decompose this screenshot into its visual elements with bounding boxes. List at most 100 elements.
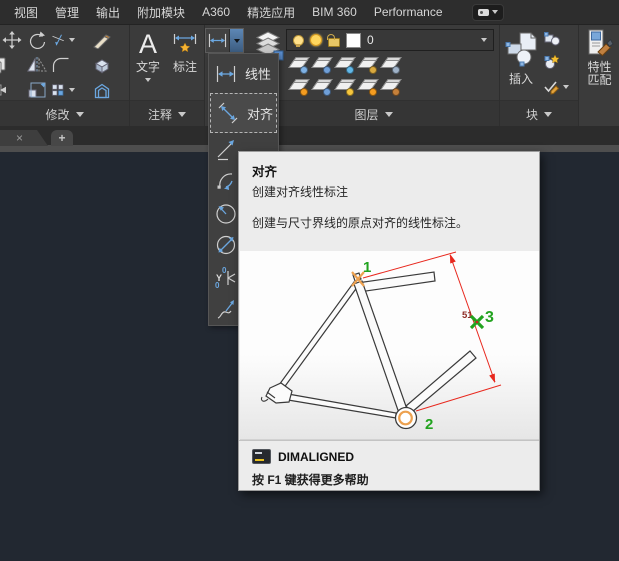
layer-thaw-all-button[interactable]: [333, 76, 356, 98]
dimension-button-label: 标注: [173, 58, 197, 75]
panel-label-annotate[interactable]: 注释: [130, 100, 204, 127]
menu-item-7[interactable]: BIM 360: [312, 5, 357, 19]
bike-frame-illustration: 51 1 2 3: [240, 251, 539, 439]
panel-block: 插入: [500, 25, 579, 126]
insert-block-button[interactable]: 插入: [504, 32, 538, 87]
menu-item-8[interactable]: Performance: [374, 5, 443, 19]
offset-button[interactable]: [92, 80, 116, 100]
layer-isolate-button[interactable]: [310, 54, 333, 76]
panel-label-block[interactable]: 块: [500, 100, 578, 127]
edit-attributes-button[interactable]: [543, 53, 561, 70]
rotate-button[interactable]: [27, 30, 51, 50]
chevron-down-icon: [492, 10, 498, 14]
mirror-button[interactable]: [27, 55, 51, 75]
menu-item-3[interactable]: 输出: [96, 4, 120, 21]
tooltip-description: 创建与尺寸界线的原点对齐的线性标注。: [252, 214, 468, 231]
layer-lock-button[interactable]: [356, 54, 379, 76]
block-editor-icon: [543, 79, 560, 95]
aligned-dimension-tooltip: 对齐 创建对齐线性标注 创建与尺寸界线的原点对齐的线性标注。: [238, 151, 540, 491]
tooltip-figure: 51 1 2 3: [240, 251, 539, 440]
layer-on-icon[interactable]: [293, 35, 304, 46]
chevron-down-icon: [544, 112, 552, 117]
command-line-icon: [252, 449, 271, 464]
move-button[interactable]: [2, 30, 26, 50]
panel-label-modify[interactable]: 修改: [0, 100, 129, 127]
chevron-down-icon: [234, 39, 240, 43]
dimension-button[interactable]: 标注: [168, 32, 202, 75]
panel-label-layers-text: 图层: [354, 106, 378, 123]
menu-item-1[interactable]: 视图: [14, 4, 38, 21]
dim-radius-icon: [214, 201, 238, 225]
chevron-down-icon: [76, 112, 84, 117]
layer-off-button[interactable]: [287, 54, 310, 76]
dim-linear-icon: [214, 62, 238, 86]
match-properties-button[interactable]: 特性 匹配: [580, 28, 619, 87]
layer-on-all-button[interactable]: [287, 76, 310, 98]
current-layer-name: 0: [367, 33, 475, 47]
dimension-dropdown-arrow[interactable]: [229, 29, 243, 52]
text-button[interactable]: A 文字: [132, 30, 164, 82]
menu-item-4[interactable]: 附加模块: [137, 4, 185, 21]
point-label-1: 1: [363, 259, 371, 276]
file-tab-bar: × +: [0, 126, 619, 152]
point-label-3: 3: [485, 309, 494, 326]
create-block-icon: [544, 32, 560, 46]
dim-aligned-item[interactable]: 对齐: [210, 93, 277, 133]
text-button-label: 文字: [136, 58, 160, 75]
panel-layers: 0 图层: [248, 25, 500, 126]
dim-angular-icon: [214, 137, 238, 161]
fillet-button[interactable]: [51, 55, 75, 75]
dim-diameter-icon: [214, 233, 238, 257]
panel-modify: 修改: [0, 25, 130, 126]
layer-thaw-icon[interactable]: [310, 34, 322, 46]
dim-jogged-icon: [214, 297, 238, 321]
dim-linear-item[interactable]: 线性: [209, 54, 278, 93]
dim-arc-length-icon: [214, 169, 238, 193]
dimension-split-button[interactable]: [205, 28, 244, 53]
explode-button[interactable]: [92, 55, 116, 75]
chevron-down-icon: [563, 85, 569, 89]
menu-item-2[interactable]: 管理: [55, 4, 79, 21]
tooltip-footer: DIMALIGNED 按 F1 键获得更多帮助: [239, 440, 539, 492]
point-label-2: 2: [425, 416, 433, 433]
new-tab-button[interactable]: +: [51, 130, 73, 146]
layer-tools-grid: [287, 54, 405, 98]
layer-unisolate-button[interactable]: [310, 76, 333, 98]
tooltip-title: 对齐: [252, 161, 277, 180]
block-editor-button[interactable]: [541, 78, 571, 95]
layer-make-current-button[interactable]: [379, 54, 402, 76]
create-block-button[interactable]: [543, 31, 561, 47]
stretch-button[interactable]: [0, 80, 12, 100]
layer-color-swatch[interactable]: [346, 33, 361, 48]
array-button[interactable]: [51, 80, 75, 100]
chevron-down-icon: [178, 112, 186, 117]
text-icon: A: [139, 30, 157, 58]
linear-dimension-icon[interactable]: [206, 29, 229, 52]
app-menu-icon[interactable]: [472, 4, 504, 21]
dim-linear-label: 线性: [245, 64, 271, 83]
dim-ordinate-icon: Y00: [214, 265, 238, 289]
layer-unlock-button[interactable]: [356, 76, 379, 98]
chevron-down-icon[interactable]: [481, 38, 487, 42]
layer-unlock-icon[interactable]: [328, 38, 340, 47]
layer-match-button[interactable]: [379, 76, 402, 98]
copy-button[interactable]: [0, 55, 12, 75]
menu-item-5[interactable]: A360: [202, 5, 230, 19]
command-name: DIMALIGNED: [278, 450, 354, 464]
layer-select[interactable]: 0: [286, 29, 494, 51]
scale-button[interactable]: [27, 80, 51, 100]
file-tab[interactable]: ×: [0, 130, 48, 146]
chevron-down-icon: [69, 38, 75, 42]
panel-label-layers[interactable]: 图层: [248, 100, 499, 127]
plus-icon: +: [58, 131, 65, 145]
autocad-window: 视图管理输出附加模块A360精选应用BIM 360Performance 修改 …: [0, 0, 619, 561]
insert-block-label: 插入: [509, 70, 533, 87]
trim-button[interactable]: [51, 30, 75, 50]
close-icon[interactable]: ×: [16, 131, 23, 145]
chevron-down-icon: [385, 112, 393, 117]
layer-freeze-button[interactable]: [333, 54, 356, 76]
panel-label-block-text: 块: [526, 106, 538, 123]
menu-item-6[interactable]: 精选应用: [247, 4, 295, 21]
match-properties-label-2: 匹配: [587, 74, 611, 87]
erase-button[interactable]: [92, 30, 116, 50]
